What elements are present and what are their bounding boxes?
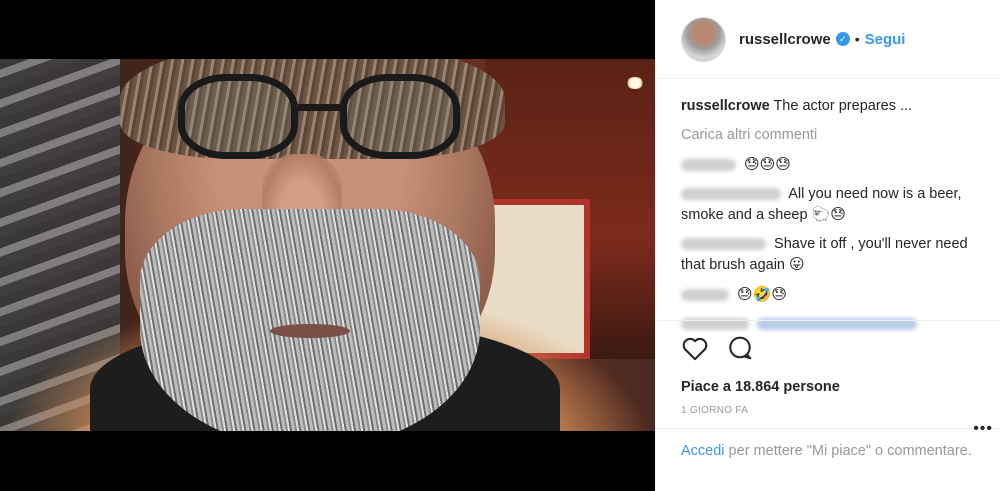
beard [140,209,480,431]
more-options-button[interactable]: ••• [973,419,993,439]
mouth [270,324,350,338]
comment-item: 😓🤣😓 [681,284,981,305]
likes-count[interactable]: Piace a 18.864 persone [681,379,976,395]
load-more-comments-button[interactable]: Carica altri commenti [681,125,981,145]
post-sidebar: russellcrowe ✓ • Segui russellcrowe The … [655,0,1000,491]
glasses-right-lens [340,74,460,159]
comment-username-blurred[interactable] [681,238,766,251]
comment-emoji: 😓🤣😓 [737,285,787,303]
separator-dot: • [854,31,860,47]
avatar[interactable] [681,16,726,62]
comment-item: 😓😓😓 [681,154,981,175]
comment-username-blurred[interactable] [681,289,729,302]
video-player[interactable] [0,59,655,431]
comment-icon[interactable] [727,335,753,361]
caption-text: The actor prepares ... [773,98,913,114]
comment-username-blurred[interactable] [681,159,736,172]
background-lamp [626,77,644,89]
action-icons [681,333,976,363]
login-prompt: Accedi per mettere "Mi piace" o commenta… [656,420,1000,461]
comment-username-blurred[interactable] [681,188,781,201]
post-timestamp: 1 GIORNO FA [681,405,749,416]
comment-emoji: 🐑😓 [811,205,846,223]
post-caption: russellcrowe The actor prepares ... [681,96,981,116]
comment-item: All you need now is a beer, smoke and a … [681,184,981,225]
caption-username[interactable]: russellcrowe [681,98,770,114]
comment-emoji: 😓😓😓 [744,155,791,173]
login-link[interactable]: Accedi [681,443,725,459]
header-username[interactable]: russellcrowe [739,31,831,48]
post-actions: Piace a 18.864 persone 1 GIORNO FA [656,320,1000,416]
comment-item: Shave it off , you'll never need that br… [681,234,981,275]
heart-icon[interactable] [681,335,709,361]
comments-list: russellcrowe The actor prepares ... Cari… [681,96,981,334]
instagram-post: russellcrowe ✓ • Segui russellcrowe The … [0,0,1000,491]
glasses-bridge [298,104,343,111]
login-prompt-text: per mettere "Mi piace" o commentare. [724,443,972,459]
comment-emoji: 😛 [789,255,805,273]
glasses-left-lens [178,74,298,159]
post-header: russellcrowe ✓ • Segui [656,0,1000,79]
verified-icon: ✓ [835,32,850,46]
follow-button[interactable]: Segui [865,31,906,48]
media-area [0,0,655,491]
